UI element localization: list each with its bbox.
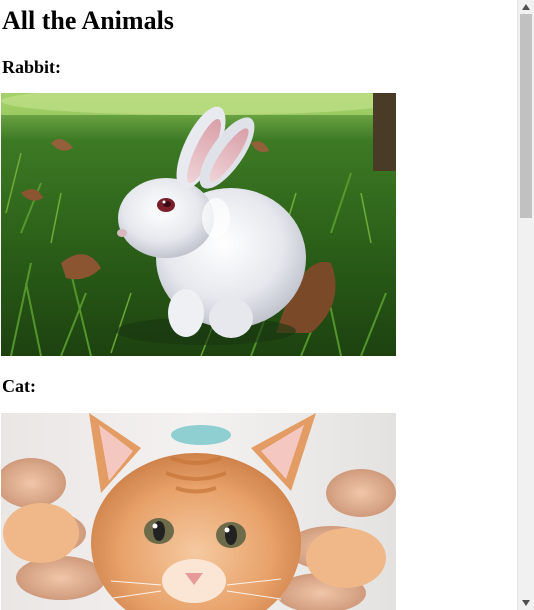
rabbit-heading: Rabbit: <box>2 57 62 77</box>
cat-image <box>1 413 396 610</box>
scroll-thumb[interactable] <box>520 14 532 218</box>
page-content: All the Animals Rabbit: Cat: <box>0 0 517 610</box>
vertical-scrollbar[interactable] <box>517 0 534 610</box>
scroll-down-button[interactable] <box>518 596 534 610</box>
browser-viewport: All the Animals Rabbit: Cat: <box>0 0 534 610</box>
rabbit-image <box>1 93 396 356</box>
triangle-down-icon <box>522 600 530 606</box>
scroll-up-button[interactable] <box>518 0 534 14</box>
page-title: All the Animals <box>2 6 174 35</box>
cat-heading: Cat: <box>2 376 36 396</box>
triangle-up-icon <box>522 4 530 10</box>
